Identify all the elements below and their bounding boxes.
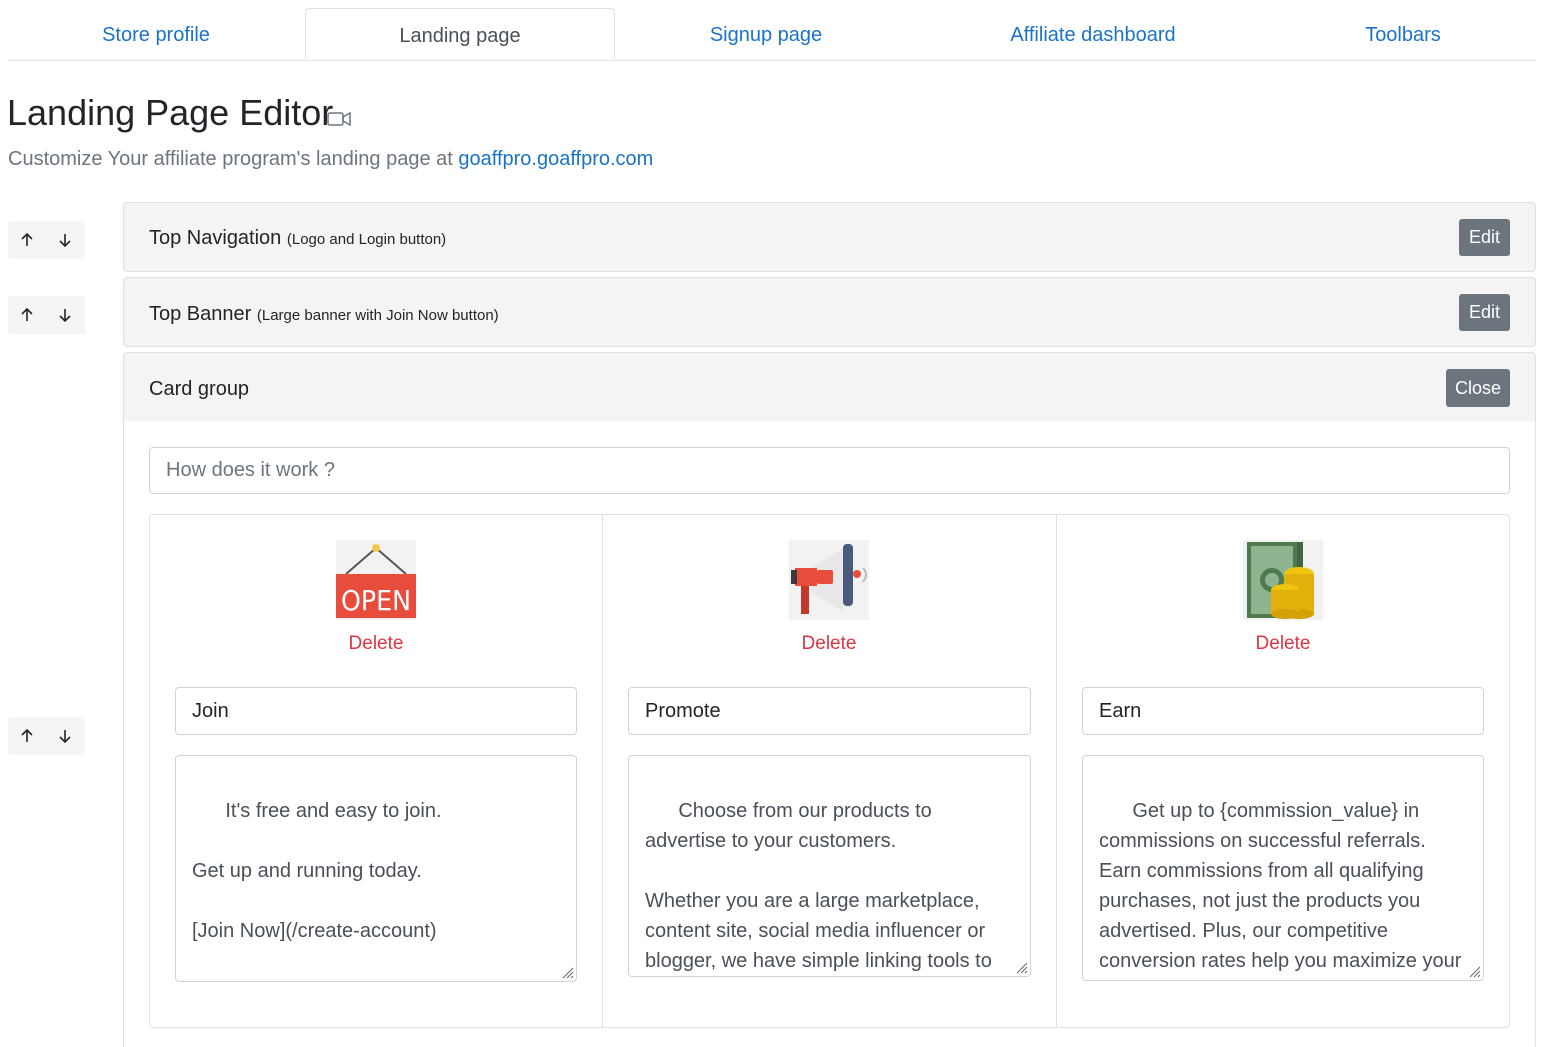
- section-name: Card group: [149, 378, 250, 400]
- tab-signup-page[interactable]: Signup page: [616, 8, 916, 60]
- delete-image-link[interactable]: Delete: [336, 633, 416, 655]
- resize-handle-icon[interactable]: [560, 965, 574, 979]
- section-card-group: Card group Close: [123, 352, 1536, 422]
- arrow-up-icon[interactable]: [17, 726, 37, 746]
- money-coins-icon: [1243, 540, 1323, 620]
- card-title-input[interactable]: Join: [175, 687, 577, 735]
- section-note: (Logo and Login button): [286, 231, 447, 248]
- arrow-down-icon[interactable]: [55, 230, 75, 250]
- arrow-down-icon[interactable]: [55, 726, 75, 746]
- card-text-area[interactable]: Get up to {commission_value} in commissi…: [1082, 755, 1484, 981]
- move-controls-top-nav: [8, 221, 85, 259]
- close-button[interactable]: Close: [1446, 369, 1510, 407]
- card-text-content: It's free and easy to join. Get up and r…: [192, 800, 442, 942]
- section-top-banner: Top Banner (Large banner with Join Now b…: [123, 277, 1536, 347]
- arrow-up-icon[interactable]: [17, 305, 37, 325]
- card-promote: Delete Promote Choose from our products …: [603, 515, 1056, 1027]
- megaphone-icon: [789, 540, 869, 620]
- resize-handle-icon[interactable]: [1467, 964, 1481, 978]
- section-name: Top Navigation: [149, 227, 282, 249]
- section-name: Top Banner: [149, 303, 252, 325]
- card-title-input[interactable]: Promote: [628, 687, 1031, 735]
- page-subtitle: Customize Your affiliate program's landi…: [8, 146, 653, 172]
- card-earn: Delete Earn Get up to {commission_value}…: [1057, 515, 1509, 1027]
- tab-toolbars[interactable]: Toolbars: [1278, 8, 1528, 60]
- move-controls-card-group: [8, 717, 85, 755]
- section-note: (Large banner with Join Now button): [256, 307, 499, 324]
- card-title-input[interactable]: Earn: [1082, 687, 1484, 735]
- svg-text:OPEN: OPEN: [341, 584, 411, 617]
- edit-button[interactable]: Edit: [1459, 294, 1510, 331]
- tab-landing-page[interactable]: Landing page: [305, 8, 615, 59]
- section-title: Top Banner (Large banner with Join Now b…: [149, 303, 499, 326]
- tab-affiliate-dashboard[interactable]: Affiliate dashboard: [928, 8, 1258, 60]
- resize-handle-icon[interactable]: [1014, 960, 1028, 974]
- card-text-content: Choose from our products to advertise to…: [645, 800, 992, 972]
- video-camera-icon[interactable]: [327, 111, 351, 127]
- edit-button[interactable]: Edit: [1459, 219, 1510, 256]
- card-group-heading-input[interactable]: How does it work ?: [149, 447, 1510, 494]
- store-url-link[interactable]: goaffpro.goaffpro.com: [458, 148, 653, 170]
- section-title: Top Navigation (Logo and Login button): [149, 227, 446, 250]
- move-controls-top-banner: [8, 296, 85, 334]
- tab-store-profile[interactable]: Store profile: [8, 8, 304, 60]
- card-text-area[interactable]: Choose from our products to advertise to…: [628, 755, 1031, 977]
- page-title: Landing Page Editor: [7, 92, 334, 133]
- cards-container: OPEN Delete Join It's free and easy to j…: [149, 514, 1510, 1028]
- card-text-area[interactable]: It's free and easy to join. Get up and r…: [175, 755, 577, 982]
- delete-image-link[interactable]: Delete: [1243, 633, 1323, 655]
- arrow-up-icon[interactable]: [17, 230, 37, 250]
- tab-bar: Store profile Landing page Signup page A…: [8, 8, 1536, 61]
- card-join: OPEN Delete Join It's free and easy to j…: [150, 515, 602, 1027]
- subtitle-text: Customize Your affiliate program's landi…: [8, 148, 459, 170]
- section-top-navigation: Top Navigation (Logo and Login button) E…: [123, 202, 1536, 272]
- open-sign-icon: OPEN: [336, 540, 416, 620]
- arrow-down-icon[interactable]: [55, 305, 75, 325]
- card-text-content: Get up to {commission_value} in commissi…: [1099, 800, 1462, 972]
- delete-image-link[interactable]: Delete: [789, 633, 869, 655]
